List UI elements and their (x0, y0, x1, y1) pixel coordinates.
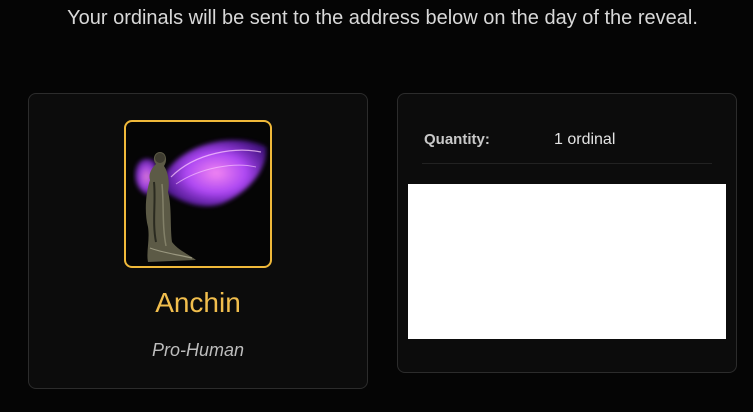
reveal-notice: Your ordinals will be sent to the addres… (67, 7, 698, 29)
reveal-page: Your ordinals will be sent to the addres… (0, 0, 753, 412)
winged-figure-artwork (135, 140, 267, 262)
quantity-value: 1 ordinal (554, 131, 616, 148)
ordinal-card: Anchin Pro-Human (28, 93, 368, 389)
quantity-row: Quantity: 1 ordinal (422, 129, 712, 164)
ordinal-image (124, 120, 272, 268)
ordinal-type: Pro-Human (151, 340, 245, 360)
ordinal-name: Anchin (155, 287, 241, 318)
order-summary-card: Quantity: 1 ordinal (397, 93, 737, 373)
address-panel (408, 184, 726, 339)
quantity-label: Quantity: (424, 131, 490, 148)
